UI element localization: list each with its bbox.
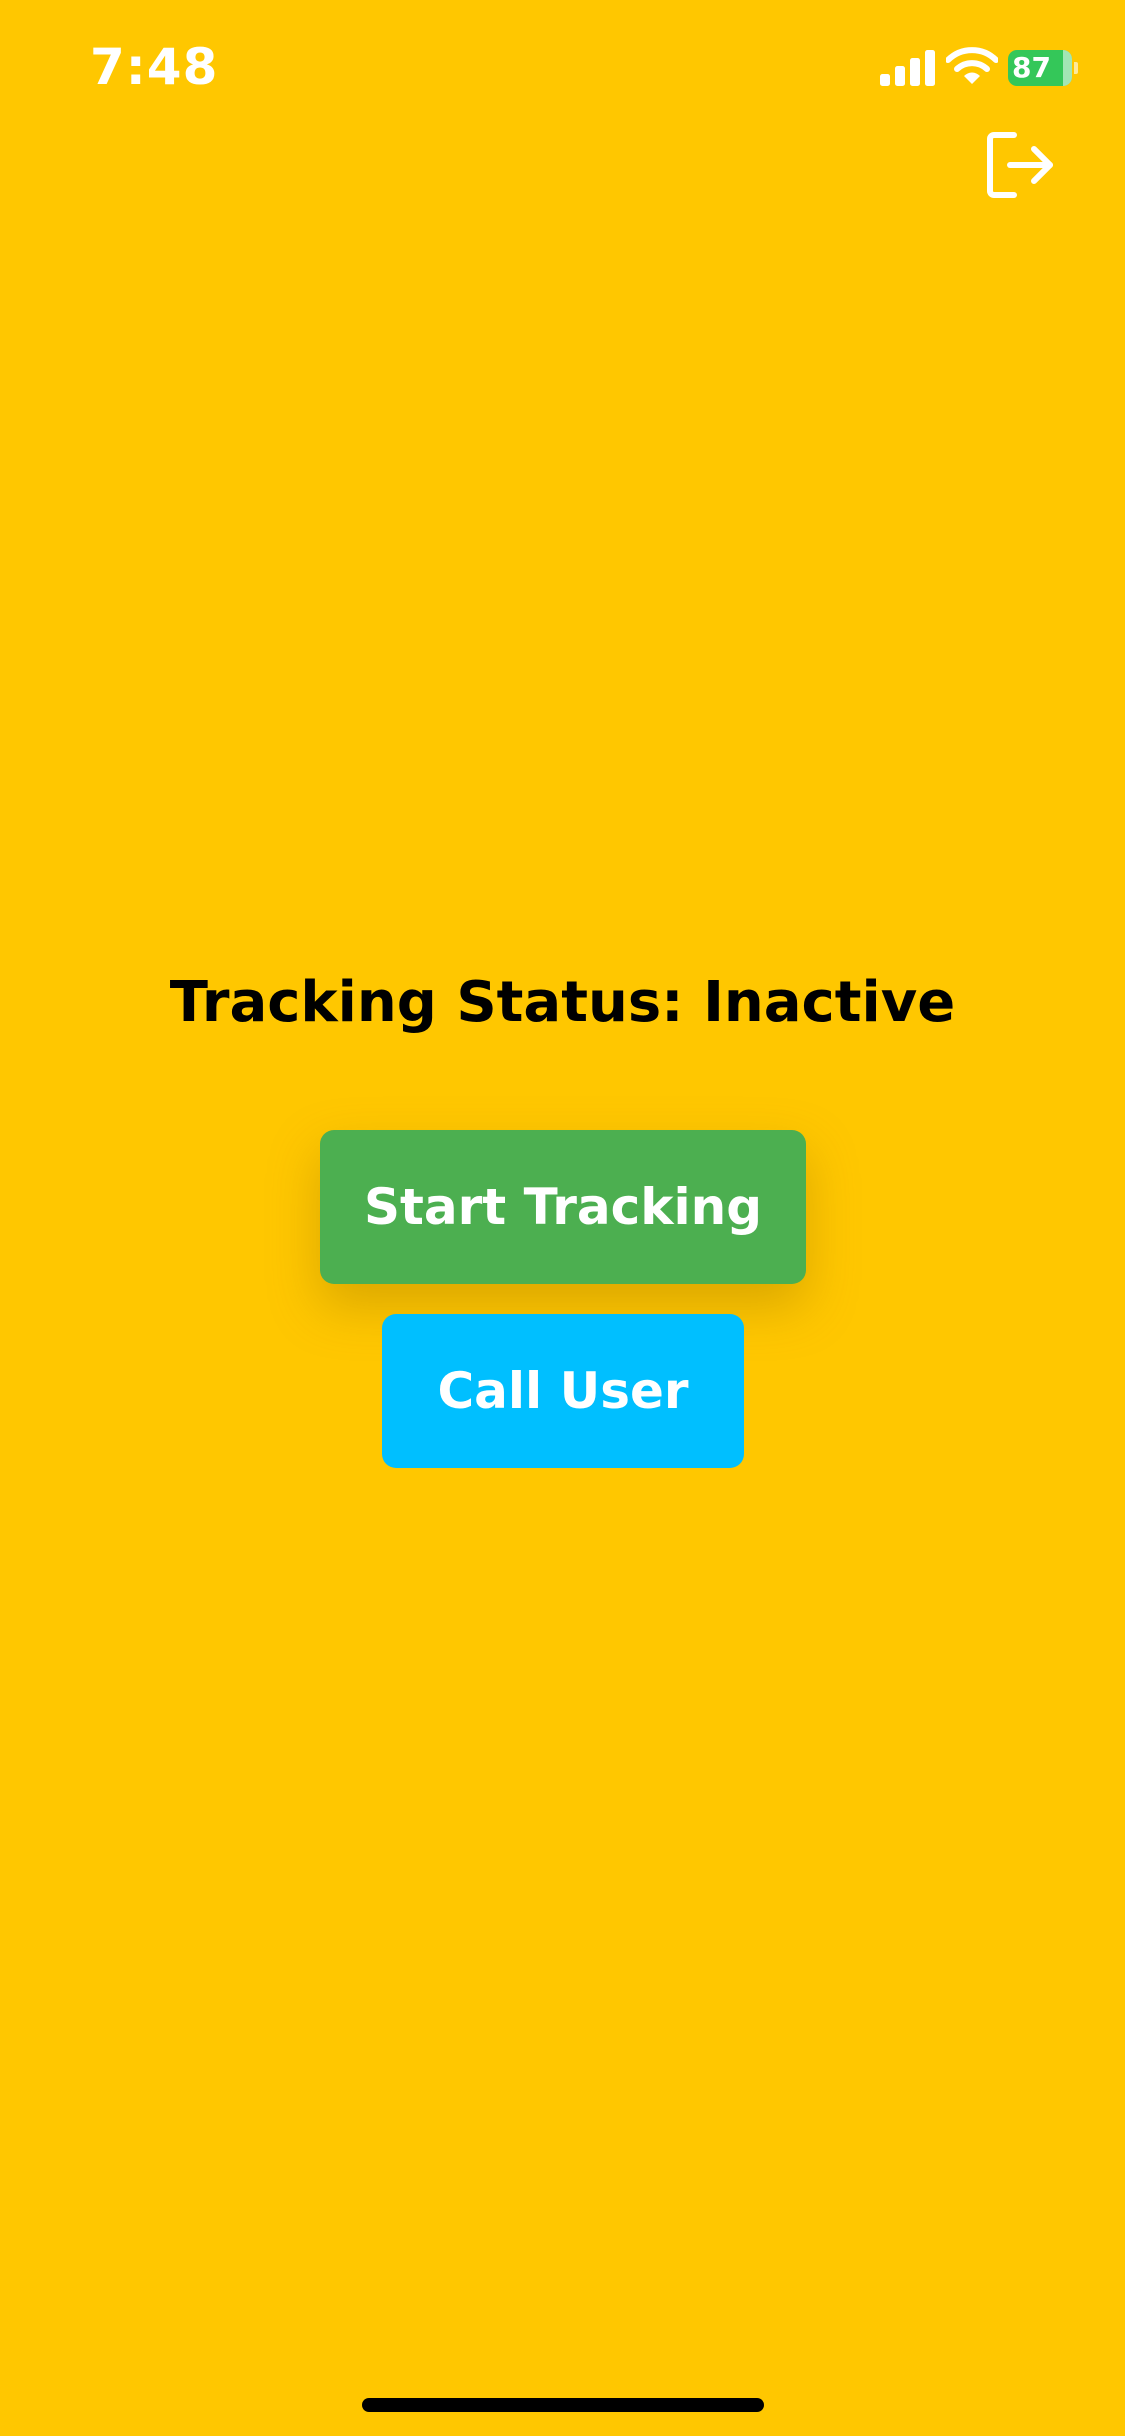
call-user-button[interactable]: Call User [382, 1314, 744, 1468]
logout-icon [987, 132, 1053, 198]
battery-empty-portion [1063, 50, 1072, 86]
battery-body: 87 [1008, 50, 1072, 86]
status-time: 7:48 [90, 38, 219, 96]
app-screen: 7:48 87 Tracking Status: Inactive Start … [0, 0, 1125, 2436]
battery-cap [1074, 62, 1078, 74]
status-bar: 7:48 87 [0, 0, 1125, 140]
battery-level: 87 [1012, 51, 1051, 84]
signal-icon [880, 50, 935, 86]
home-indicator[interactable] [362, 2398, 764, 2412]
start-tracking-button[interactable]: Start Tracking [320, 1130, 806, 1284]
logout-button[interactable] [980, 125, 1060, 205]
tracking-status-text: Tracking Status: Inactive [169, 970, 956, 1035]
battery-icon: 87 [1008, 50, 1078, 86]
wifi-icon [946, 47, 998, 84]
start-tracking-label: Start Tracking [363, 1178, 763, 1236]
call-user-label: Call User [437, 1362, 689, 1420]
